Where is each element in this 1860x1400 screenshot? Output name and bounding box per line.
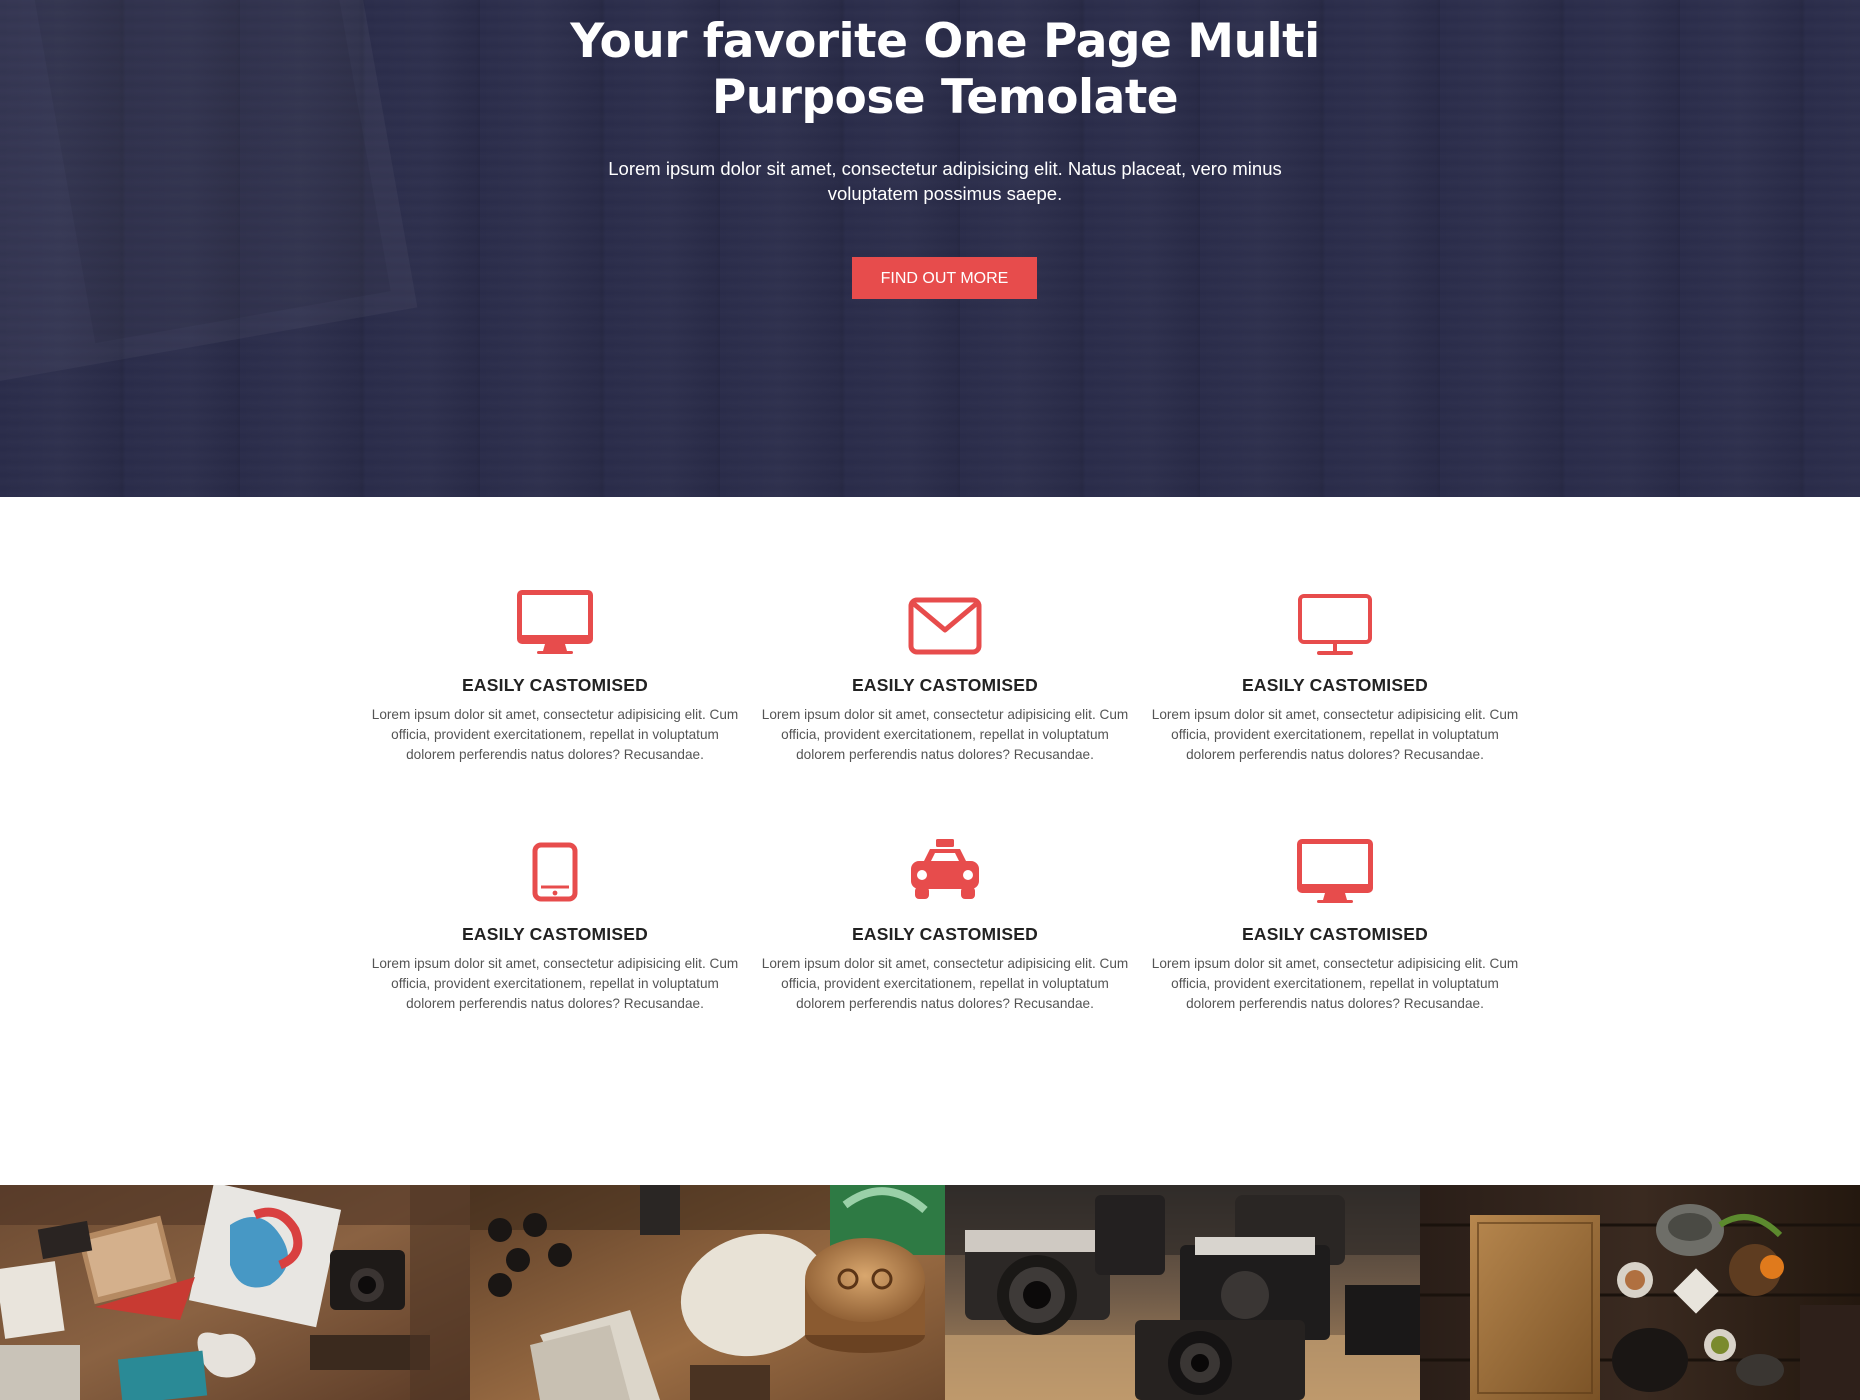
hero-section: Your favorite One Page Multi Purpose Tem… bbox=[0, 0, 1860, 497]
feature-description: Lorem ipsum dolor sit amet, consectetur … bbox=[761, 956, 1129, 1011]
find-out-more-button[interactable]: FIND OUT MORE bbox=[852, 257, 1037, 299]
gallery-strip bbox=[0, 1185, 1860, 1400]
coasters-photo[interactable] bbox=[470, 1185, 945, 1400]
feature-description: Lorem ipsum dolor sit amet, consectetur … bbox=[1151, 707, 1519, 762]
kitchen-spices-photo[interactable] bbox=[1420, 1185, 1860, 1400]
feature-title: EASILY CASTOMISED bbox=[462, 675, 648, 695]
feature-title: EASILY CASTOMISED bbox=[852, 675, 1038, 695]
feature-title: EASILY CASTOMISED bbox=[462, 924, 648, 944]
hero-title: Your favorite One Page Multi Purpose Tem… bbox=[570, 14, 1320, 125]
desktop-icon bbox=[1295, 831, 1375, 911]
craft-supplies-photo[interactable] bbox=[0, 1185, 470, 1400]
feature-description: Lorem ipsum dolor sit amet, consectetur … bbox=[1151, 956, 1519, 1011]
feature-title: EASILY CASTOMISED bbox=[852, 924, 1038, 944]
monitor-outline-icon bbox=[1295, 582, 1375, 662]
feature-title: EASILY CASTOMISED bbox=[1242, 675, 1428, 695]
feature-description: Lorem ipsum dolor sit amet, consectetur … bbox=[761, 707, 1129, 762]
desktop-icon bbox=[515, 582, 595, 662]
hero-subtitle: Lorem ipsum dolor sit amet, consectetur … bbox=[608, 158, 1282, 204]
feature-title: EASILY CASTOMISED bbox=[1242, 924, 1428, 944]
feature-description: Lorem ipsum dolor sit amet, consectetur … bbox=[371, 956, 739, 1011]
vintage-cameras-photo[interactable] bbox=[945, 1185, 1420, 1400]
taxi-icon bbox=[905, 831, 985, 911]
tablet-icon bbox=[515, 831, 595, 911]
feature-description: Lorem ipsum dolor sit amet, consectetur … bbox=[371, 707, 739, 762]
envelope-icon bbox=[905, 582, 985, 662]
